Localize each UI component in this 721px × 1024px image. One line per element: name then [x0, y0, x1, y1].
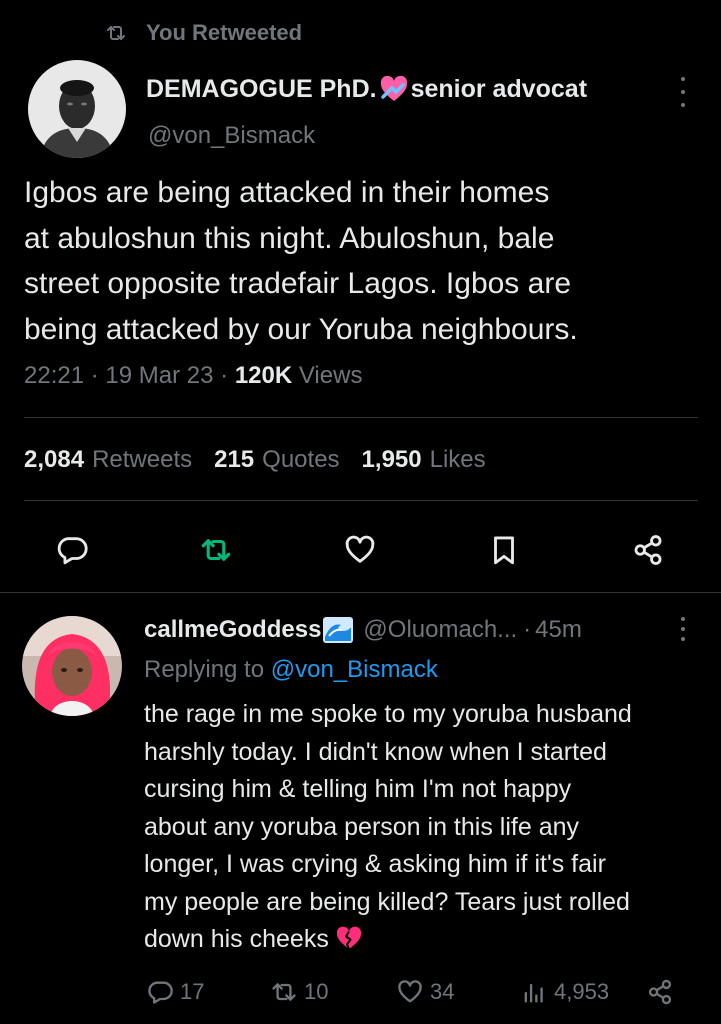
- reply-display-name: callmeGoddess: [144, 616, 322, 643]
- tweet-stats: 2,084 Retweets 215 Quotes 1,950 Likes: [24, 446, 486, 474]
- retweet-icon: [107, 26, 125, 40]
- meta-separator: ·: [523, 616, 532, 643]
- reply-button[interactable]: [50, 528, 94, 572]
- retweet-count: 10: [304, 979, 329, 1004]
- reply-handle: @Oluomach...: [363, 616, 518, 643]
- divider: [24, 500, 698, 501]
- reply-age: 45m: [535, 616, 582, 643]
- quotes-label: Quotes: [262, 446, 340, 473]
- reply-like-button[interactable]: 34: [396, 978, 454, 1006]
- reply-text: the rage in me spoke to my yoruba husban…: [144, 696, 704, 959]
- avatar[interactable]: [28, 60, 126, 158]
- share-button[interactable]: [626, 528, 670, 572]
- likes-stat[interactable]: 1,950 Likes: [362, 446, 486, 474]
- retweet-context: You Retweeted: [104, 18, 302, 48]
- more-options-icon[interactable]: [676, 617, 690, 641]
- views-label: Views: [298, 362, 363, 389]
- tweet-time[interactable]: 22:21: [24, 362, 84, 389]
- reply-count: 17: [180, 979, 205, 1004]
- author-name-row[interactable]: DEMAGOGUE PhD. senior advocat: [146, 74, 587, 104]
- divider: [24, 417, 698, 418]
- replying-to: Replying to @von_Bismack: [144, 656, 438, 684]
- like-icon: [398, 980, 422, 1003]
- views-count: 4,953: [554, 979, 610, 1004]
- more-options-icon[interactable]: [676, 77, 690, 107]
- bookmark-icon: [494, 536, 514, 565]
- share-icon: [634, 535, 662, 565]
- reply-author-row[interactable]: callmeGoddess @Oluomach... · 45m: [144, 616, 582, 644]
- water-wave-emoji: [323, 617, 354, 643]
- retweet-icon: [272, 983, 296, 1001]
- heart-with-ribbon-emoji: [379, 74, 409, 104]
- meta-separator: ·: [90, 362, 99, 389]
- author-name-suffix: senior advocat: [410, 74, 588, 103]
- tweet-meta: 22:21 · 19 Mar 23 · 120K Views: [24, 362, 362, 390]
- divider: [0, 592, 721, 593]
- reply-retweet-button[interactable]: 10: [270, 978, 328, 1006]
- reply-views-button[interactable]: 4,953: [520, 978, 609, 1006]
- retweets-stat[interactable]: 2,084 Retweets: [24, 446, 192, 474]
- retweet-button[interactable]: [194, 528, 238, 572]
- like-icon: [345, 535, 375, 563]
- likes-count: 1,950: [361, 446, 422, 473]
- meta-separator: ·: [220, 362, 229, 389]
- reply-reply-button[interactable]: 17: [146, 978, 204, 1006]
- share-icon: [648, 979, 672, 1005]
- like-count: 34: [430, 979, 455, 1004]
- reply-avatar[interactable]: [22, 616, 122, 716]
- replying-to-link[interactable]: @von_Bismack: [271, 656, 438, 683]
- views-icon: [524, 983, 543, 1003]
- retweet-label: You Retweeted: [146, 20, 303, 45]
- bookmark-button[interactable]: [482, 528, 526, 572]
- tweet-date[interactable]: 19 Mar 23: [105, 362, 213, 389]
- tweet-text: Igbos are being attacked in their homes …: [24, 176, 578, 346]
- reply-icon: [57, 537, 88, 565]
- quotes-stat[interactable]: 215 Quotes: [214, 446, 339, 474]
- replying-prefix: Replying to: [144, 656, 265, 683]
- author-handle[interactable]: @von_Bismack: [148, 122, 315, 150]
- broken-heart-emoji: [335, 925, 363, 951]
- author-display-name: DEMAGOGUE PhD.: [146, 74, 377, 103]
- views-count: 120K: [234, 362, 293, 389]
- retweets-label: Retweets: [92, 446, 193, 473]
- retweets-count: 2,084: [24, 446, 85, 473]
- retweet-icon: [201, 539, 231, 561]
- quotes-count: 215: [214, 446, 255, 473]
- like-button[interactable]: [338, 528, 382, 572]
- reply-body: the rage in me spoke to my yoruba husban…: [144, 700, 632, 953]
- reply-icon: [148, 981, 173, 1004]
- likes-label: Likes: [429, 446, 486, 473]
- reply-share-button[interactable]: [646, 978, 674, 1006]
